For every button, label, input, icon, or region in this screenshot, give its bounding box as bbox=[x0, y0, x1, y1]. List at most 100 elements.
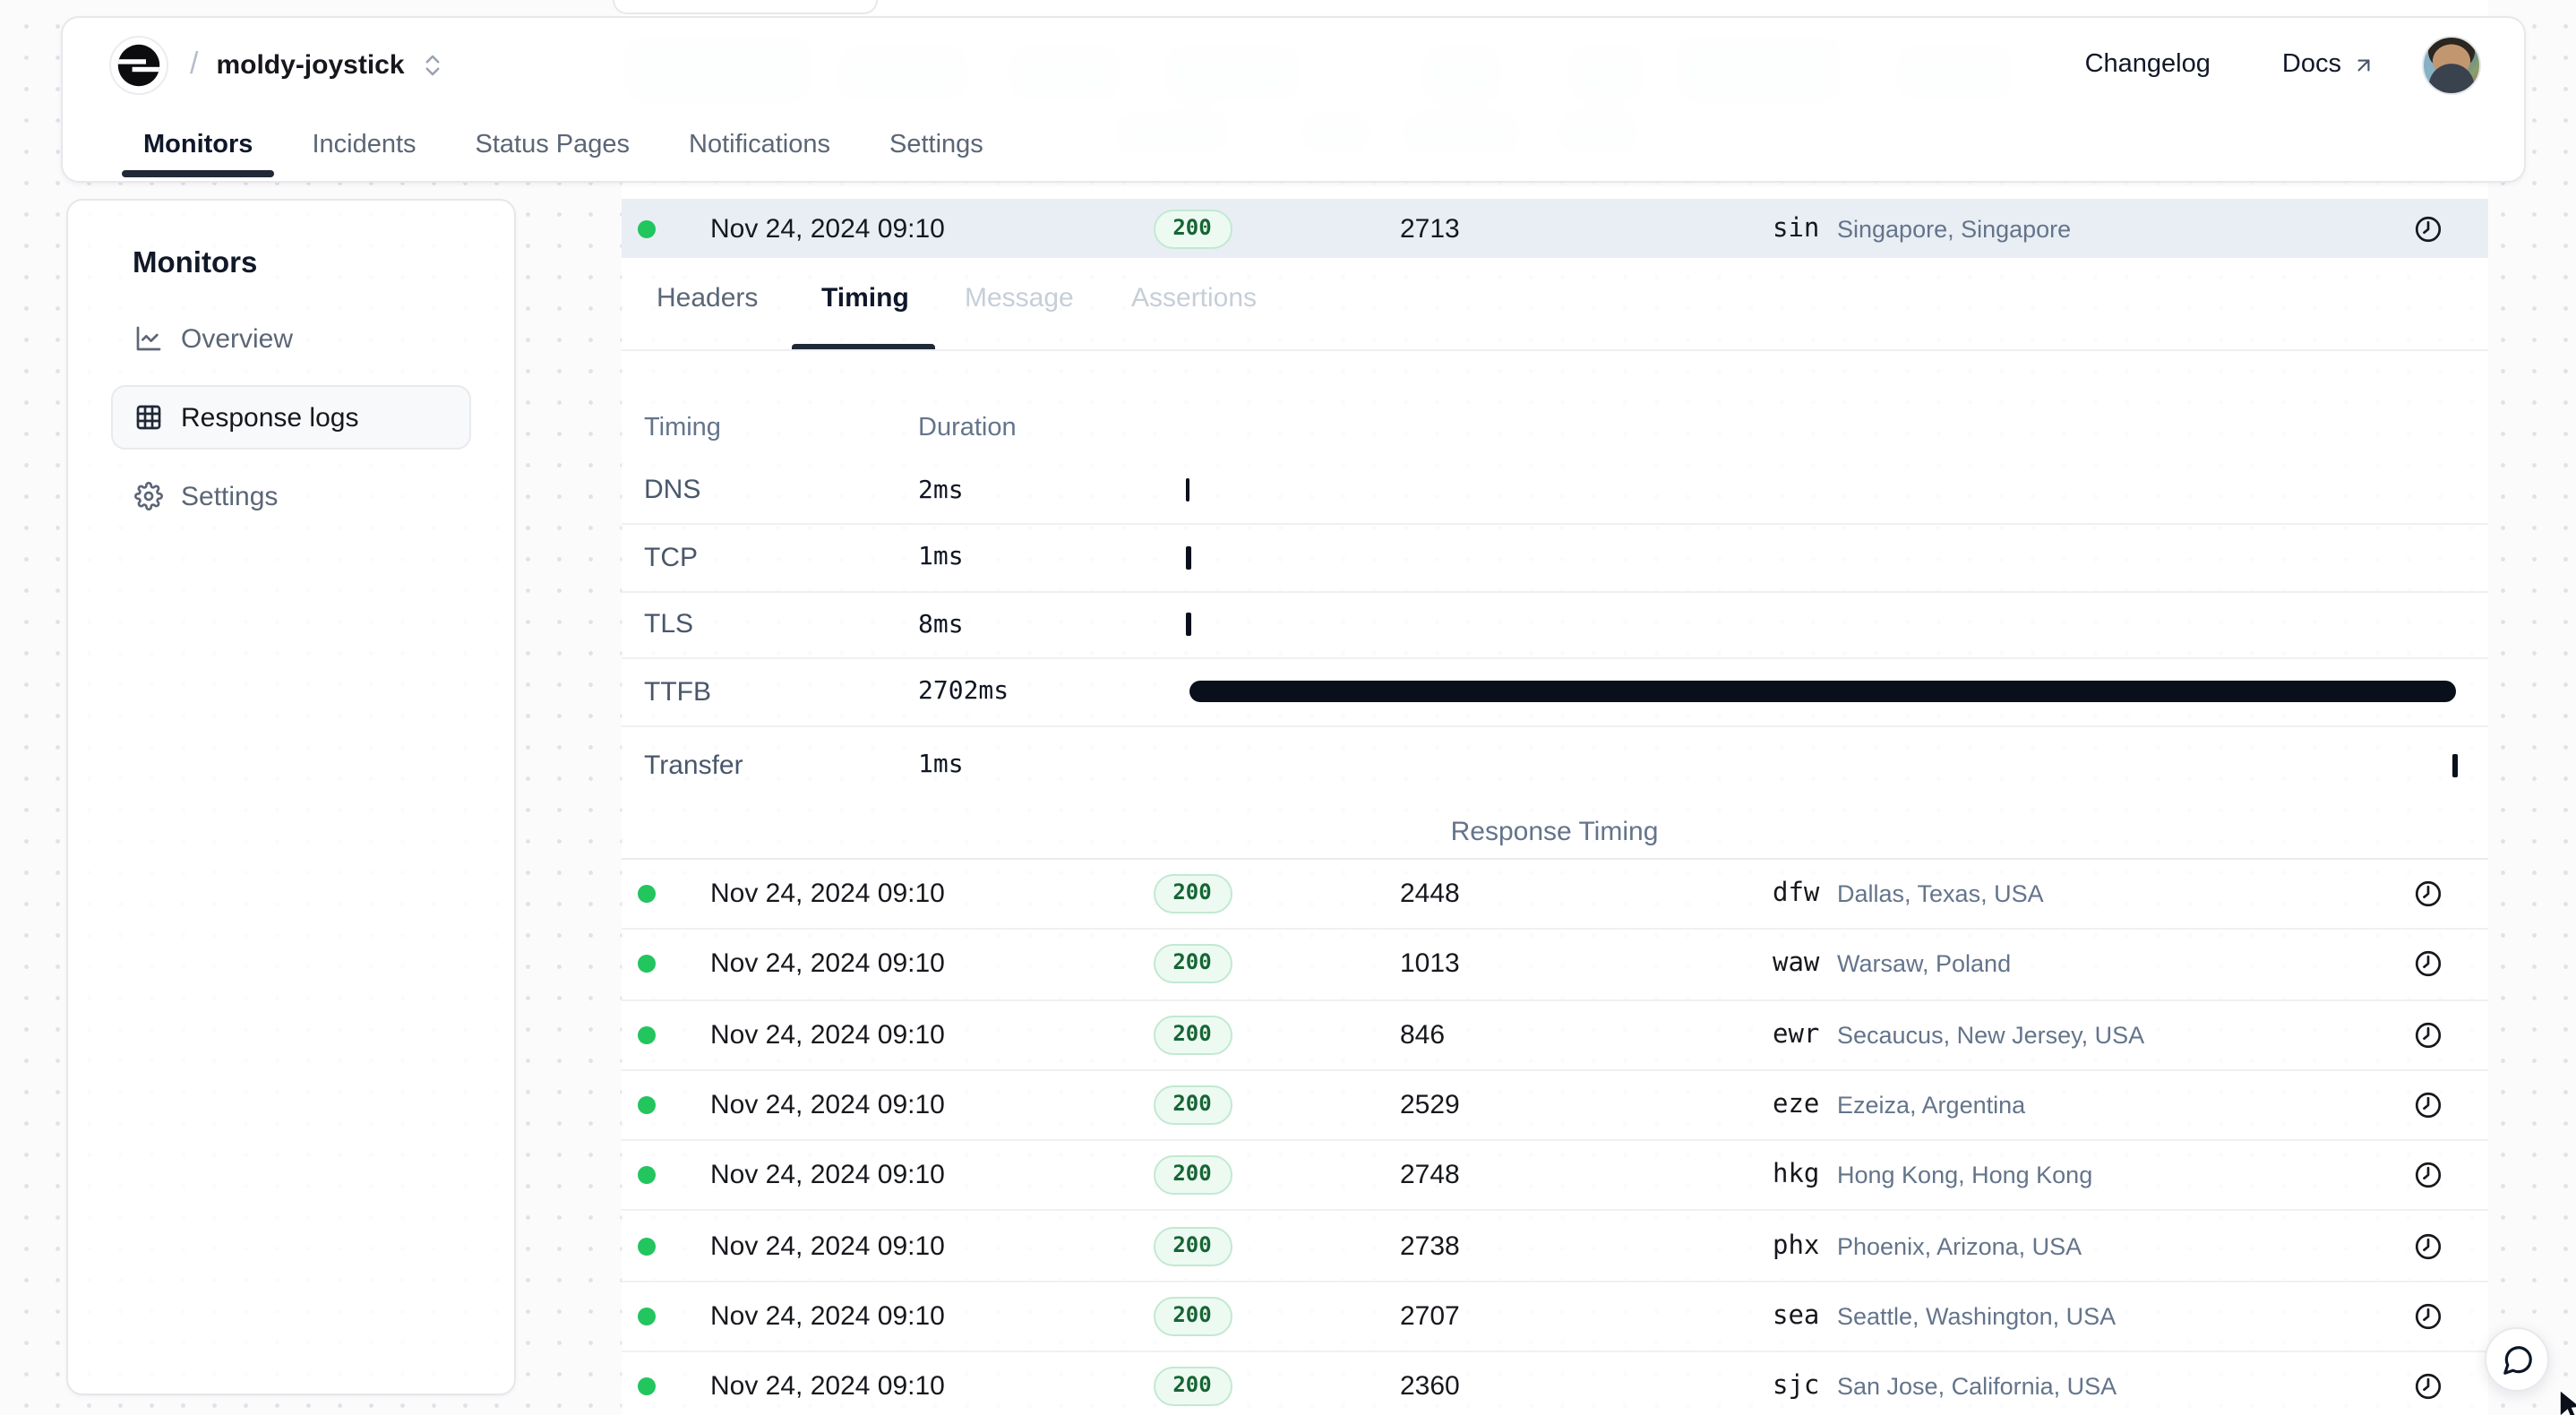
log-row[interactable]: Nov 24, 2024 09:10 200 2707 sea Seattle,… bbox=[621, 1282, 2488, 1353]
detail-tab-assertions: Assertions bbox=[1131, 282, 1257, 313]
breadcrumb-separator: / bbox=[190, 47, 198, 82]
detail-tab-timing[interactable]: Timing bbox=[821, 282, 909, 313]
status-code-badge: 200 bbox=[1153, 209, 1232, 248]
timing-row: TLS 8ms bbox=[621, 592, 2488, 659]
region-code: hkg bbox=[1773, 1162, 1819, 1190]
timing-phase-duration: 1ms bbox=[918, 544, 1185, 572]
timing-phase-name: TCP bbox=[644, 543, 918, 573]
timing-phase-duration: 8ms bbox=[918, 611, 1185, 639]
header-tab-settings[interactable]: Settings bbox=[889, 130, 983, 159]
status-code-badge: 200 bbox=[1153, 874, 1232, 913]
clock-icon[interactable] bbox=[2412, 1090, 2443, 1120]
log-timestamp: Nov 24, 2024 09:10 bbox=[710, 949, 945, 980]
sidebar-item-response-logs[interactable]: Response logs bbox=[111, 385, 471, 450]
arrow-up-right-icon bbox=[2352, 53, 2375, 76]
latency-value: 2529 bbox=[1400, 1090, 1460, 1120]
status-code-badge: 200 bbox=[1153, 1015, 1232, 1054]
user-avatar[interactable] bbox=[2422, 35, 2481, 94]
header-tab-status-pages[interactable]: Status Pages bbox=[476, 130, 631, 159]
latency-value: 846 bbox=[1400, 1019, 1445, 1050]
status-code-badge: 200 bbox=[1153, 1226, 1232, 1265]
timing-bar bbox=[1190, 682, 2457, 703]
status-code-badge: 200 bbox=[1153, 945, 1232, 984]
timing-row: Transfer 1ms bbox=[621, 726, 2488, 803]
clock-icon[interactable] bbox=[2412, 1231, 2443, 1261]
timing-phase-name: DNS bbox=[644, 476, 918, 506]
docs-link[interactable]: Docs bbox=[2282, 50, 2375, 79]
detail-tab-headers[interactable]: Headers bbox=[657, 282, 758, 313]
status-dot bbox=[637, 956, 655, 973]
log-row[interactable]: Nov 24, 2024 09:10 200 2748 hkg Hong Kon… bbox=[621, 1141, 2488, 1212]
timing-row: DNS 2ms bbox=[621, 458, 2488, 525]
clock-icon[interactable] bbox=[2412, 949, 2443, 980]
status-dot bbox=[637, 1237, 655, 1255]
latency-value: 2360 bbox=[1400, 1371, 1460, 1402]
latency-value: 2713 bbox=[1400, 213, 1460, 244]
sidebar-item-label: Overview bbox=[181, 323, 293, 354]
status-code-badge: 200 bbox=[1153, 1367, 1232, 1406]
log-timestamp: Nov 24, 2024 09:10 bbox=[710, 1301, 945, 1332]
timing-bar bbox=[1185, 479, 1189, 502]
region-location: Phoenix, Arizona, USA bbox=[1837, 1232, 2082, 1259]
header-tab-notifications[interactable]: Notifications bbox=[689, 130, 830, 159]
chevrons-up-down-icon[interactable] bbox=[419, 51, 446, 78]
timing-waterfall: Timing Duration DNS 2ms TCP 1ms TLS 8ms … bbox=[621, 351, 2488, 803]
log-timestamp: Nov 24, 2024 09:10 bbox=[710, 1161, 945, 1191]
status-dot bbox=[637, 219, 655, 237]
timing-row: TTFB 2702ms bbox=[621, 659, 2488, 726]
timing-table-header: Timing Duration bbox=[621, 351, 2488, 458]
timing-phase-name: Transfer bbox=[644, 750, 918, 780]
region-location: Ezeiza, Argentina bbox=[1837, 1092, 2025, 1119]
log-row[interactable]: Nov 24, 2024 09:10 200 1013 waw Warsaw, … bbox=[621, 930, 2488, 1001]
clock-icon[interactable] bbox=[2412, 1371, 2443, 1402]
timing-bar bbox=[2452, 753, 2457, 776]
sidebar-item-overview[interactable]: Overview bbox=[111, 306, 471, 371]
status-code-badge: 200 bbox=[1153, 1297, 1232, 1336]
timing-row: TCP 1ms bbox=[621, 525, 2488, 592]
log-row[interactable]: Nov 24, 2024 09:10 200 2738 phx Phoenix,… bbox=[621, 1212, 2488, 1282]
sidebar-item-settings[interactable]: Settings bbox=[111, 464, 471, 528]
clock-icon[interactable] bbox=[2412, 879, 2443, 909]
status-dot bbox=[637, 1377, 655, 1395]
log-row[interactable]: Nov 24, 2024 09:10 200 2448 dfw Dallas, … bbox=[621, 860, 2488, 930]
region-location: Secaucus, New Jersey, USA bbox=[1837, 1021, 2144, 1048]
project-name: moldy-joystick bbox=[216, 49, 404, 80]
log-row[interactable]: Nov 24, 2024 09:10 200 2529 eze Ezeiza, … bbox=[621, 1071, 2488, 1142]
response-timing-caption: Response Timing bbox=[621, 803, 2488, 860]
brand-logo-icon[interactable] bbox=[109, 35, 168, 94]
region-code: dfw bbox=[1773, 879, 1819, 908]
region-location: Dallas, Texas, USA bbox=[1837, 880, 2044, 907]
region-location: Singapore, Singapore bbox=[1837, 215, 2071, 242]
clock-icon[interactable] bbox=[2412, 1301, 2443, 1332]
sidebar-nav: Overview Response logs Settings bbox=[111, 306, 471, 528]
region-location: San Jose, California, USA bbox=[1837, 1373, 2117, 1400]
timing-track bbox=[1185, 545, 2457, 570]
region-code: eze bbox=[1773, 1091, 1819, 1119]
log-detail-tabs: HeadersTimingMessageAssertions bbox=[621, 257, 2488, 351]
log-row[interactable]: Nov 24, 2024 09:10 200 846 ewr Secaucus,… bbox=[621, 1000, 2488, 1071]
duration-column-header: Duration bbox=[918, 413, 1017, 442]
top-header: / moldy-joystick Changelog Docs Monitors… bbox=[61, 16, 2526, 183]
timing-track bbox=[1185, 680, 2457, 705]
log-row-selected[interactable]: Nov 24, 2024 09:10 200 2713 sin Singapor… bbox=[621, 199, 2488, 258]
region-code: sin bbox=[1773, 214, 1819, 243]
clock-icon[interactable] bbox=[2412, 1019, 2443, 1050]
region-code: sea bbox=[1773, 1302, 1819, 1331]
timing-bar bbox=[1187, 613, 1191, 637]
region-code: sjc bbox=[1773, 1372, 1819, 1401]
changelog-link[interactable]: Changelog bbox=[2085, 50, 2211, 79]
clock-icon[interactable] bbox=[2412, 1161, 2443, 1191]
log-timestamp: Nov 24, 2024 09:10 bbox=[710, 1019, 945, 1050]
app-window: Nov 24, 2024 09:10 200 2713 sin Singapor… bbox=[0, 0, 2576, 1415]
header-tab-incidents[interactable]: Incidents bbox=[312, 130, 416, 159]
chat-bubble-icon[interactable] bbox=[2485, 1327, 2549, 1392]
header-tab-monitors[interactable]: Monitors bbox=[143, 130, 253, 159]
log-row[interactable]: Nov 24, 2024 09:10 200 2360 sjc San Jose… bbox=[621, 1352, 2488, 1415]
timing-phase-duration: 1ms bbox=[918, 750, 1185, 779]
log-timestamp: Nov 24, 2024 09:10 bbox=[710, 1371, 945, 1402]
region-location: Warsaw, Poland bbox=[1837, 951, 2011, 978]
timing-bar bbox=[1186, 546, 1190, 570]
sidebar-title: Monitors bbox=[133, 247, 514, 281]
clock-icon[interactable] bbox=[2412, 213, 2443, 244]
timing-phase-name: TTFB bbox=[644, 677, 918, 708]
